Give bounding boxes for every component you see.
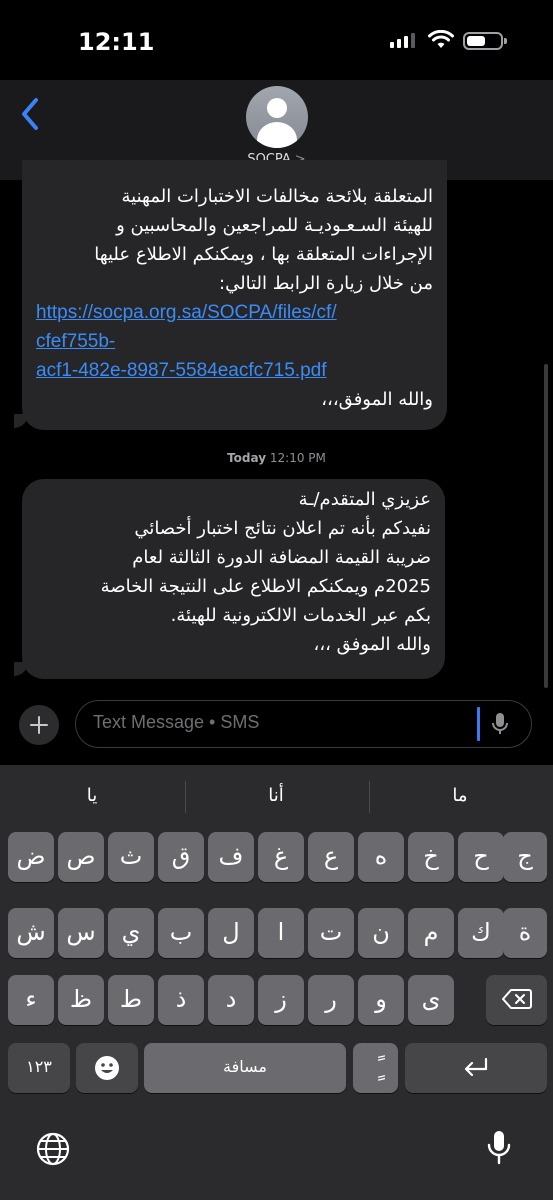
incoming-message-bubble[interactable]: المتعلقة بلائحة مخالفات الاختبارات المهن… [22, 160, 447, 430]
emoji-icon [95, 1056, 119, 1080]
message-line: المتعلقة بلائحة مخالفات الاختبارات المهن… [121, 186, 433, 207]
delete-key[interactable] [486, 975, 547, 1025]
key[interactable]: ف [208, 832, 254, 882]
dictation-mic-icon[interactable] [486, 1129, 512, 1167]
key[interactable]: م [408, 908, 454, 958]
space-key[interactable]: مسافة [144, 1043, 346, 1093]
suggestion-divider [185, 781, 186, 813]
key[interactable]: د [208, 975, 254, 1025]
message-input-placeholder: Text Message • SMS [93, 712, 260, 732]
composer-row: Text Message • SMS [0, 700, 553, 765]
timestamp-day: Today [227, 451, 267, 465]
key[interactable]: ز [258, 975, 304, 1025]
message-line: بكم عبر الخدمات الالكترونية للهيئة. [170, 605, 431, 626]
key[interactable]: ر [308, 975, 354, 1025]
dictation-mic-icon[interactable] [490, 712, 510, 736]
message-timestamp: Today 12:10 PM [0, 451, 553, 465]
message-line: 2025م ويمكنكم الاطلاع على النتيجة الخاصة [100, 576, 431, 597]
incoming-message-bubble[interactable]: عزيزي المتقدم/ـة نفيدكم بأنه تم اعلان نت… [22, 479, 445, 679]
cellular-signal-icon [390, 33, 415, 48]
scroll-indicator[interactable] [544, 364, 548, 688]
message-line: ضريبة القيمة المضافة الدورة الثالثة لعام [132, 547, 431, 568]
message-line: عزيزي المتقدم/ـة [298, 489, 431, 510]
status-time: 12:11 [78, 28, 155, 56]
suggestion-divider [369, 781, 370, 813]
key[interactable]: و [358, 975, 404, 1025]
key[interactable]: ق [158, 832, 204, 882]
message-link[interactable]: acf1-482e-8987-5584eacfc715.pdf [36, 356, 433, 385]
suggestion-item[interactable]: أنا [236, 785, 316, 806]
key[interactable]: ظ [58, 975, 104, 1025]
key[interactable]: ص [58, 832, 104, 882]
key[interactable]: غ [258, 832, 304, 882]
key[interactable]: ج [503, 832, 547, 882]
message-closing: والله الموفق،،، [321, 389, 433, 410]
bubble-tail [14, 414, 28, 428]
tashkeel-key[interactable]: ًٍ [353, 1043, 398, 1093]
key[interactable]: ا [258, 908, 304, 958]
suggestion-item[interactable]: يا [52, 785, 132, 806]
contact-avatar[interactable] [246, 86, 308, 148]
message-line: الإجراءات المتعلقة بها ، ويمكنكم الاطلاع… [94, 244, 433, 265]
key[interactable]: خ [408, 832, 454, 882]
message-input[interactable]: Text Message • SMS [75, 700, 532, 748]
message-line: والله الموفق ،،، [313, 634, 431, 655]
key[interactable]: ع [308, 832, 354, 882]
suggestion-bar: يا أنا ما [0, 765, 553, 829]
key[interactable]: ى [408, 975, 454, 1025]
return-key[interactable] [405, 1043, 547, 1093]
key[interactable]: ت [308, 908, 354, 958]
key[interactable]: ء [8, 975, 54, 1025]
return-icon [464, 1057, 488, 1077]
message-link[interactable]: https://socpa.org.sa/SOCPA/files/cf/ [36, 298, 433, 327]
key[interactable]: ي [108, 908, 154, 958]
numbers-key[interactable]: ١٢٣ [8, 1043, 70, 1093]
key[interactable]: ح [458, 832, 504, 882]
status-bar: 12:11 [0, 0, 553, 80]
key[interactable]: ذ [158, 975, 204, 1025]
key[interactable]: س [58, 908, 104, 958]
suggestion-item[interactable]: ما [420, 785, 500, 806]
key[interactable]: ن [358, 908, 404, 958]
battery-icon [463, 32, 507, 50]
key[interactable]: ه [358, 832, 404, 882]
key[interactable]: ط [108, 975, 154, 1025]
key[interactable]: ش [8, 908, 54, 958]
key[interactable]: ة [503, 908, 547, 958]
message-link[interactable]: cfef755b- [36, 327, 433, 356]
message-line: نفيدكم بأنه تم اعلان نتائج اختبار أخصائي [134, 518, 431, 539]
key[interactable]: ل [208, 908, 254, 958]
bubble-tail [14, 662, 28, 676]
key[interactable]: ك [458, 908, 504, 958]
back-chevron-icon[interactable] [18, 96, 42, 132]
message-line: من خلال زيارة الرابط التالي: [219, 273, 433, 294]
timestamp-time: 12:10 PM [269, 451, 326, 465]
globe-icon[interactable] [36, 1132, 70, 1166]
text-caret [477, 707, 480, 741]
key[interactable]: ث [108, 832, 154, 882]
key[interactable]: ض [8, 832, 54, 882]
delete-icon [501, 989, 532, 1009]
wifi-icon [428, 30, 454, 48]
key[interactable]: ب [158, 908, 204, 958]
add-attachment-button[interactable] [19, 705, 59, 745]
emoji-key[interactable] [76, 1043, 138, 1093]
message-line: للهيئة السـعـوديـة للمراجعين والمحاسبين … [116, 215, 433, 236]
